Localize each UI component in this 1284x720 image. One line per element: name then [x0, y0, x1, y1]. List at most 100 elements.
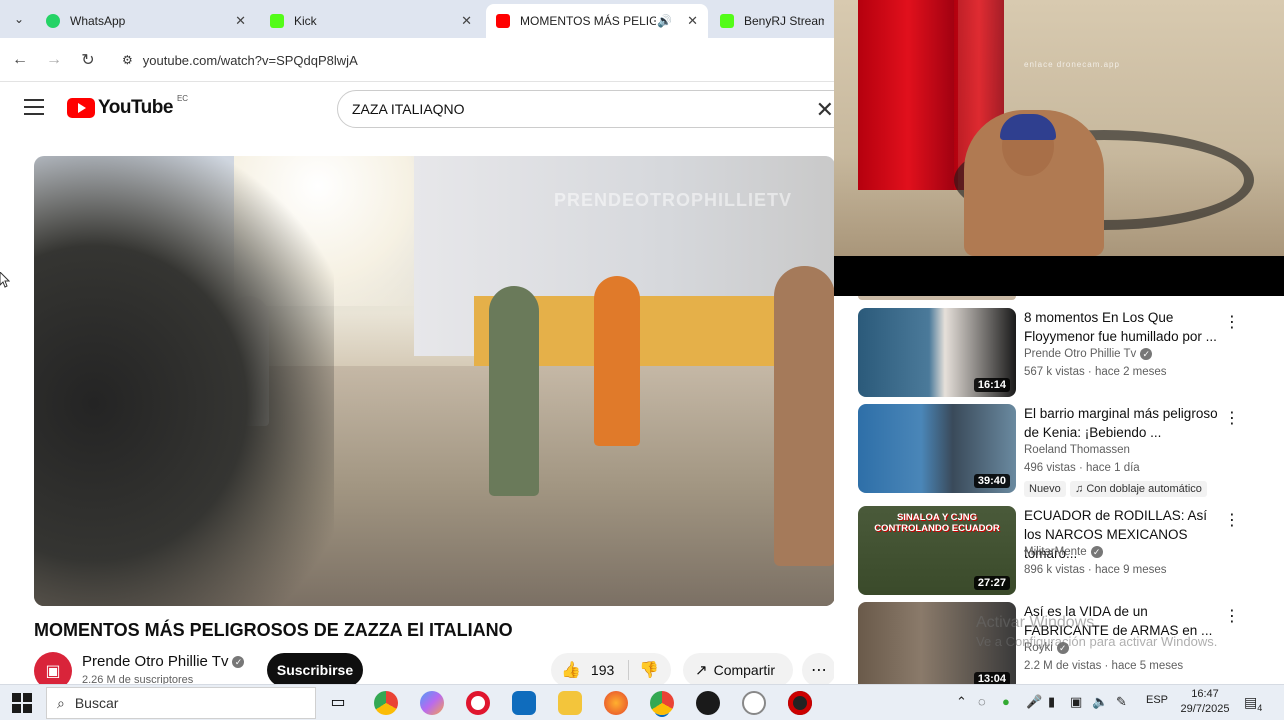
tab-whatsapp[interactable]: WhatsApp ✕: [36, 4, 256, 38]
tab-search-dropdown-button[interactable]: ⌄: [8, 8, 30, 30]
tab-benyrj-stream[interactable]: BenyRJ Stream - W: [710, 4, 834, 38]
tray-icon[interactable]: ●: [1002, 694, 1010, 709]
tray-icon[interactable]: ▮: [1048, 694, 1055, 710]
url-text: youtube.com/watch?v=SPQdqP8lwjA: [142, 52, 358, 68]
youtube-play-icon: [67, 98, 95, 118]
previous-thumb-edge: [858, 296, 1016, 300]
subscribe-button[interactable]: Suscribirse: [267, 653, 363, 687]
recommendation-title[interactable]: El barrio marginal más peligroso de Keni…: [1024, 404, 1224, 442]
dubbing-icon: ♫: [1075, 483, 1087, 495]
recommendation-channel: Prende Otro Phillie Tv: [1024, 348, 1137, 361]
channel-row: ▣ Prende Otro Phillie Tv ✓ 2.26 M de susc…: [34, 652, 836, 690]
more-options-icon[interactable]: ⋮: [1224, 606, 1240, 626]
share-button[interactable]: ↗ Compartir: [683, 653, 793, 687]
tab-kick[interactable]: Kick ✕: [260, 4, 482, 38]
recommendation-item[interactable]: 16:14 8 momentos En Los Que Floyymenor f…: [858, 308, 1268, 398]
dislike-icon[interactable]: 👎: [628, 660, 659, 680]
share-icon: ↗: [695, 662, 708, 679]
youtube-logo[interactable]: YouTube EC: [67, 94, 188, 119]
windows-start-icon[interactable]: [12, 693, 32, 713]
recommendation-meta: 496 vistas · hace 1 día: [1024, 462, 1140, 474]
chrome-active-icon[interactable]: [650, 691, 674, 715]
tab-title: BenyRJ Stream - W: [744, 14, 824, 28]
dubbing-badge: ♫ Con doblaje automático: [1070, 481, 1207, 497]
more-options-icon[interactable]: ⋮: [1224, 312, 1240, 332]
mouse-cursor-icon: [0, 272, 10, 288]
recommendation-channel-wrap[interactable]: Prende Otro Phillie Tv ✓: [1024, 348, 1153, 361]
video-thumbnail[interactable]: 39:40: [858, 404, 1016, 493]
address-bar-row: ← → ↻ ⚙ youtube.com/watch?v=SPQdqP8lwjA: [0, 38, 834, 82]
opera-icon[interactable]: [466, 691, 490, 715]
recommendation-title[interactable]: 8 momentos En Los Que Floyymenor fue hum…: [1024, 308, 1224, 346]
recommendation-channel-wrap[interactable]: MilitarMente ✓: [1024, 546, 1103, 558]
recommendation-item[interactable]: 39:40 El barrio marginal más peligroso d…: [858, 404, 1268, 497]
outlook-icon[interactable]: [512, 691, 536, 715]
tab-youtube-video[interactable]: MOMENTOS MÁS PELIGRO 🔊 ✕: [486, 4, 708, 38]
back-arrow-icon[interactable]: ←: [8, 48, 32, 72]
new-badge: Nuevo: [1024, 481, 1066, 497]
clock-time: 16:47: [1191, 688, 1219, 700]
app-icon[interactable]: [742, 691, 766, 715]
site-info-icon[interactable]: ⚙: [122, 53, 133, 67]
tab-title: Kick: [294, 14, 317, 28]
url-field[interactable]: ⚙ youtube.com/watch?v=SPQdqP8lwjA: [112, 43, 834, 77]
channel-name-wrap[interactable]: Prende Otro Phillie Tv ✓: [82, 653, 245, 670]
close-icon[interactable]: ✕: [461, 13, 472, 29]
more-options-icon[interactable]: ⋮: [1224, 510, 1240, 530]
recommendation-channel[interactable]: Roeland Thomassen: [1024, 444, 1130, 456]
video-thumbnail[interactable]: 16:14: [858, 308, 1016, 397]
pen-icon[interactable]: ✎: [1116, 694, 1127, 710]
reload-icon[interactable]: ↻: [76, 48, 100, 72]
clock[interactable]: 16:47 29/7/2025: [1180, 687, 1230, 717]
verified-icon: ✓: [1090, 546, 1103, 558]
speaker-icon[interactable]: 🔊: [657, 14, 672, 28]
firefox-icon[interactable]: [604, 691, 628, 715]
search-input[interactable]: ZAZA ITALIAQNO ✕: [337, 90, 837, 128]
video-foreground-shadow: [34, 156, 334, 606]
video-duration: 13:04: [973, 672, 1010, 684]
video-watermark: PRENDEOTROPHILLIETV: [554, 190, 793, 210]
kick-icon: [720, 14, 734, 28]
clear-search-icon[interactable]: ✕: [816, 97, 834, 123]
browser-tab-bar: ⌄ WhatsApp ✕ Kick ✕ MOMENTOS MÁS PELIGRO…: [0, 0, 834, 38]
task-view-icon[interactable]: ▭: [326, 691, 350, 715]
tab-title: MOMENTOS MÁS PELIGRO: [520, 14, 656, 28]
file-explorer-icon[interactable]: [558, 691, 582, 715]
tray-icon[interactable]: ◌: [978, 694, 986, 709]
menu-icon[interactable]: [24, 99, 44, 115]
tab-title: WhatsApp: [70, 14, 126, 28]
app-icon[interactable]: [696, 691, 720, 715]
close-icon[interactable]: ✕: [687, 13, 698, 29]
video-person: [489, 286, 539, 496]
chevron-up-icon[interactable]: ⌃: [956, 694, 967, 710]
recommendation-meta: 896 k vistas · hace 9 meses: [1024, 564, 1167, 576]
forward-arrow-icon[interactable]: →: [42, 48, 66, 72]
copilot-icon[interactable]: [420, 691, 444, 715]
clock-date: 29/7/2025: [1180, 703, 1230, 715]
volume-icon[interactable]: 🔈: [1092, 694, 1108, 710]
whatsapp-icon: [46, 14, 60, 28]
like-dislike-group: 👍 193 👎: [551, 653, 671, 687]
video-title: MOMENTOS MÁS PELIGROSOS DE ZAZZA El ITAL…: [34, 620, 513, 640]
search-value: ZAZA ITALIAQNO: [352, 101, 465, 117]
chrome-icon[interactable]: [374, 691, 398, 715]
like-icon[interactable]: 👍: [561, 660, 581, 680]
language-indicator[interactable]: ESP: [1146, 694, 1168, 706]
channel-name: Prende Otro Phillie Tv: [82, 653, 229, 670]
recommendation-item[interactable]: SINALOA Y CJNG CONTROLANDO ECUADOR 27:27…: [858, 506, 1268, 596]
network-icon[interactable]: ▣: [1070, 694, 1082, 710]
app-icon[interactable]: [788, 691, 812, 715]
microphone-icon[interactable]: 🎤: [1026, 694, 1042, 710]
more-actions-icon[interactable]: ⋯: [802, 653, 836, 687]
more-options-icon[interactable]: ⋮: [1224, 408, 1240, 428]
taskbar-search-box[interactable]: ⌕ Buscar: [46, 687, 316, 719]
like-count: 193: [590, 662, 615, 678]
webcam-watermark: enlace dronecam.app: [1024, 60, 1120, 69]
close-icon[interactable]: ✕: [235, 13, 246, 29]
notifications-icon[interactable]: ▤4: [1244, 694, 1262, 713]
recommendation-meta: 2.2 M de vistas · hace 5 meses: [1024, 660, 1184, 672]
video-player[interactable]: PRENDEOTROPHILLIETV: [34, 156, 835, 606]
verified-icon: ✓: [232, 656, 245, 669]
video-thumbnail[interactable]: SINALOA Y CJNG CONTROLANDO ECUADOR 27:27: [858, 506, 1016, 595]
thumbnail-caption: SINALOA Y CJNG CONTROLANDO ECUADOR: [874, 512, 1000, 534]
